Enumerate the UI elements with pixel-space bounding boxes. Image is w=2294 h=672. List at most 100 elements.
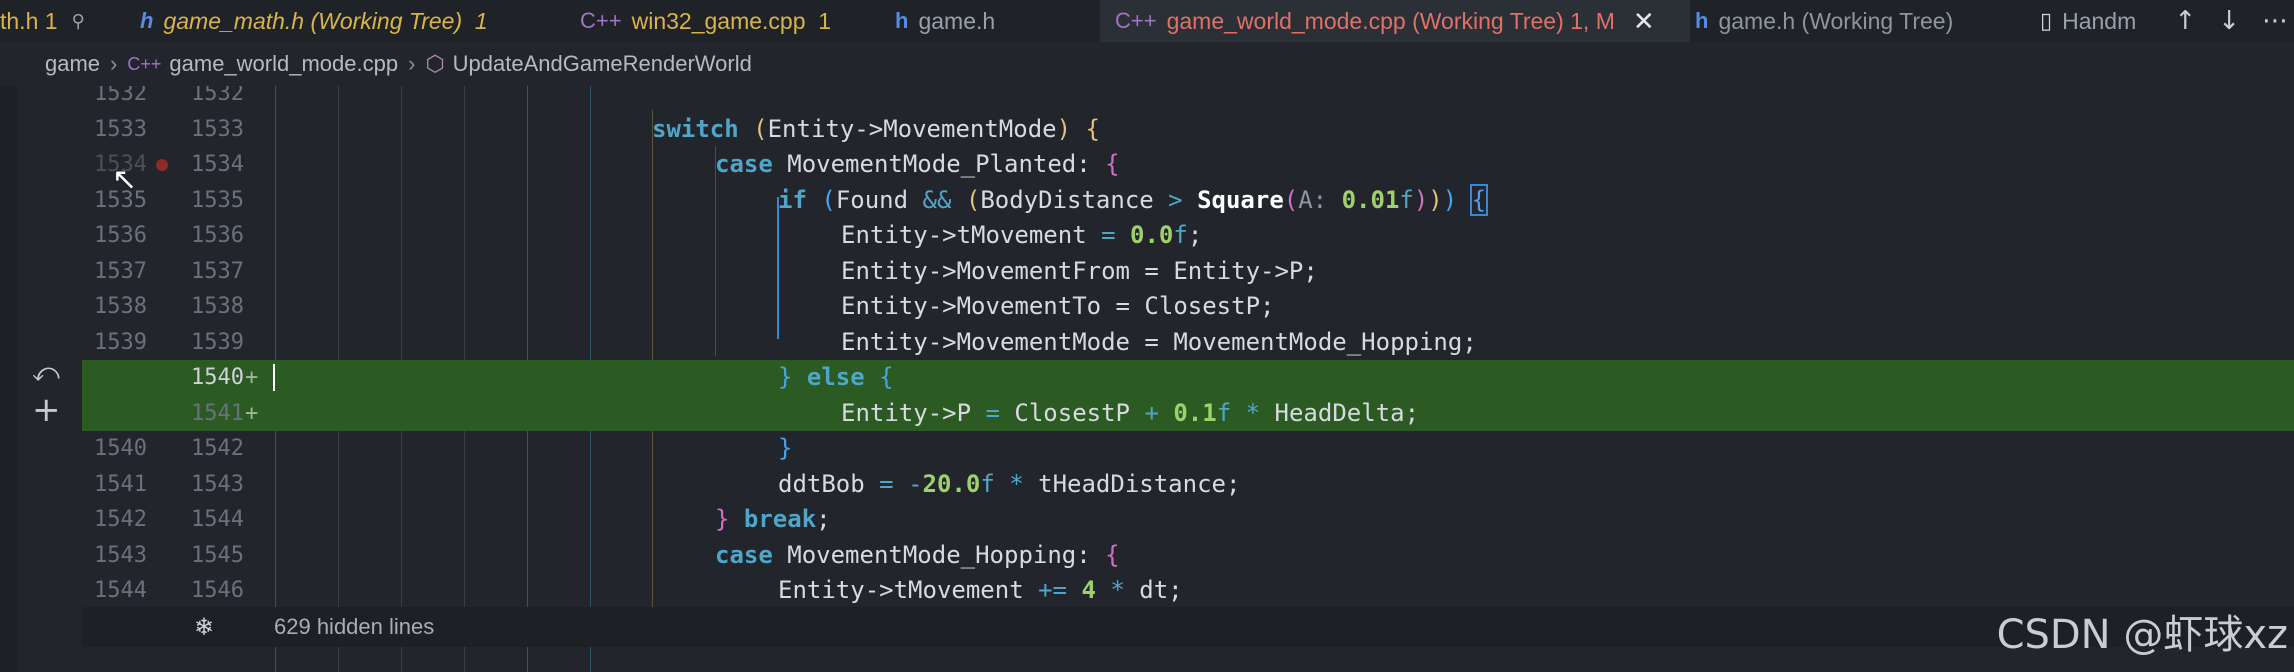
tab-game-h-working-tree[interactable]: h game.h (Working Tree): [1680, 0, 2035, 42]
code-text: ddtBob = -20.0f * tHeadDistance;: [778, 467, 1240, 503]
keyword: switch: [652, 114, 739, 143]
code-line[interactable]: 1544 1546 Entity->tMovement += 4 * dt;: [82, 573, 2294, 609]
identifier: ClosestP: [1014, 398, 1130, 427]
tab-game-h[interactable]: h game.h: [895, 0, 1095, 42]
tab-badge: 1, M: [1570, 7, 1615, 34]
tab-label: Handm: [2062, 7, 2137, 34]
tab-badge: 1: [44, 7, 58, 34]
revert-icon[interactable]: ⤺: [32, 358, 60, 389]
breadcrumb-symbol[interactable]: UpdateAndGameRenderWorld: [453, 51, 752, 77]
paren: ): [1442, 185, 1458, 214]
tab-game-math-h[interactable]: h game_math.h (Working Tree) 1: [140, 0, 540, 42]
method-icon: ⬡: [425, 51, 445, 76]
arrow-up-icon[interactable]: ↑: [2174, 6, 2196, 36]
more-icon[interactable]: ⋯: [2262, 6, 2288, 36]
identifier: BodyDistance: [980, 185, 1154, 214]
line-number-old: 1539: [94, 329, 147, 355]
code-text: Entity->tMovement += 4 * dt;: [778, 573, 1183, 609]
code-line[interactable]: 1532 1532: [82, 86, 2294, 112]
number-suffix: f: [1399, 185, 1414, 214]
arrow-down-icon[interactable]: ↓: [2218, 6, 2240, 36]
expression: Entity->MovementMode: [767, 114, 1057, 143]
breakpoint-icon[interactable]: [156, 159, 168, 171]
code-line[interactable]: 1540 1542 }: [82, 431, 2294, 467]
bracket-pair-guide: [777, 197, 780, 339]
line-number-new: 1538: [191, 294, 244, 319]
code-editor[interactable]: ⤺ + 1532 1532 1533 1533 switch (Entity->…: [0, 86, 2294, 672]
identifier: Entity->P: [841, 398, 972, 427]
code-line[interactable]: 1542 1544 } break;: [82, 502, 2294, 538]
added-line-marker: +: [245, 400, 259, 426]
unfold-icon[interactable]: ❄: [194, 613, 214, 642]
semicolon: ;: [1187, 221, 1203, 249]
line-number-new: 1533: [191, 116, 244, 142]
line-number-old: 1537: [94, 258, 147, 284]
operator: *: [1110, 576, 1125, 604]
code-line[interactable]: 1538 1538 Entity->MovementTo = ClosestP;: [82, 289, 2294, 325]
code-line[interactable]: 1537 1537 Entity->MovementFrom = Entity-…: [82, 254, 2294, 290]
brace: {: [1105, 150, 1120, 178]
code-line[interactable]: 1541 1543 ddtBob = -20.0f * tHeadDistanc…: [82, 467, 2294, 503]
code-line-added[interactable]: 1541 + Entity->P = ClosestP + 0.1f * Hea…: [82, 395, 2294, 431]
tab-label: game.h (Working Tree): [1718, 7, 1954, 34]
hidden-lines-bar[interactable]: ❄ 629 hidden lines: [82, 607, 2294, 647]
pin-icon[interactable]: ⚲: [72, 11, 85, 32]
line-number-new: 1535: [191, 187, 244, 213]
keyword: else: [806, 363, 865, 391]
brace: {: [1105, 540, 1120, 569]
identifier: Entity->tMovement: [778, 576, 1024, 604]
number-suffix: f: [1173, 221, 1188, 249]
operator: +=: [1038, 576, 1067, 604]
operator: *: [1245, 398, 1261, 427]
paren: (: [753, 114, 768, 143]
header-file-icon: h: [140, 8, 154, 33]
line-number-new: 1544: [191, 507, 244, 532]
code-text: Entity->MovementMode = MovementMode_Hopp…: [841, 327, 1477, 356]
function-name: Square: [1197, 185, 1284, 214]
number: 0.1: [1173, 398, 1217, 427]
code-line[interactable]: 1536 1536 Entity->tMovement = 0.0f;: [82, 218, 2294, 254]
line-number-new: 1534: [191, 152, 244, 177]
identifier: ddtBob: [778, 469, 865, 498]
tab-handmade[interactable]: ▯ Handm: [2040, 0, 2160, 42]
breadcrumb-file[interactable]: game_world_mode.cpp: [169, 51, 398, 77]
code-line[interactable]: 1539 1539 Entity->MovementMode = Movemen…: [82, 325, 2294, 361]
identifier: HeadDelta;: [1274, 398, 1420, 427]
case-label: MovementMode_Planted:: [787, 150, 1091, 178]
code-line[interactable]: 1535 1535 if (Found && (BodyDistance > S…: [82, 183, 2294, 219]
number-suffix: f: [980, 469, 995, 498]
line-number-new: 1540: [191, 365, 244, 390]
breadcrumb-folder[interactable]: game: [45, 51, 100, 77]
line-number-new: 1541: [191, 400, 244, 426]
number: 0.0: [1130, 221, 1174, 249]
stage-change-icon[interactable]: +: [32, 390, 61, 430]
line-number-new: 1545: [191, 542, 244, 568]
tab-math-h[interactable]: th.h 1 ⚲: [0, 0, 115, 42]
breadcrumb: game › C++ game_world_mode.cpp › ⬡ Updat…: [0, 42, 2294, 86]
line-number-new: 1532: [191, 86, 244, 106]
paren: (: [965, 185, 981, 214]
paren: (: [821, 185, 836, 214]
cpp-file-icon: C++: [1115, 8, 1157, 33]
code-text: Entity->MovementTo = ClosestP;: [841, 292, 1275, 320]
operator: =: [879, 469, 894, 498]
code-line[interactable]: 1543 1545 case MovementMode_Hopping: {: [82, 538, 2294, 574]
tab-win32-game-cpp[interactable]: C++ win32_game.cpp 1: [580, 0, 840, 42]
code-line[interactable]: 1533 1533 switch (Entity->MovementMode) …: [82, 112, 2294, 148]
header-file-icon: h: [1695, 8, 1709, 33]
code-text: case MovementMode_Planted: {: [715, 147, 1120, 183]
line-number-old: 1538: [94, 294, 147, 319]
tab-game-world-mode-cpp[interactable]: C++ game_world_mode.cpp (Working Tree) 1…: [1100, 0, 1690, 42]
line-number-new: 1536: [191, 223, 244, 248]
close-icon[interactable]: ✕: [1633, 6, 1655, 37]
paren: ): [1428, 185, 1443, 214]
file-icon: ▯: [2040, 8, 2053, 33]
code-line-added[interactable]: 1540 + } else {: [82, 360, 2294, 396]
number: 4: [1081, 576, 1096, 604]
line-number-new: 1542: [191, 436, 244, 461]
code-line[interactable]: 1534 1534 case MovementMode_Planted: {: [82, 147, 2294, 183]
tab-actions: ↑ ↓ ⋯: [2174, 0, 2294, 42]
code-text: Entity->MovementFrom = Entity->P;: [841, 256, 1318, 285]
code-text: } else {: [778, 360, 894, 396]
brace: {: [1085, 114, 1100, 143]
